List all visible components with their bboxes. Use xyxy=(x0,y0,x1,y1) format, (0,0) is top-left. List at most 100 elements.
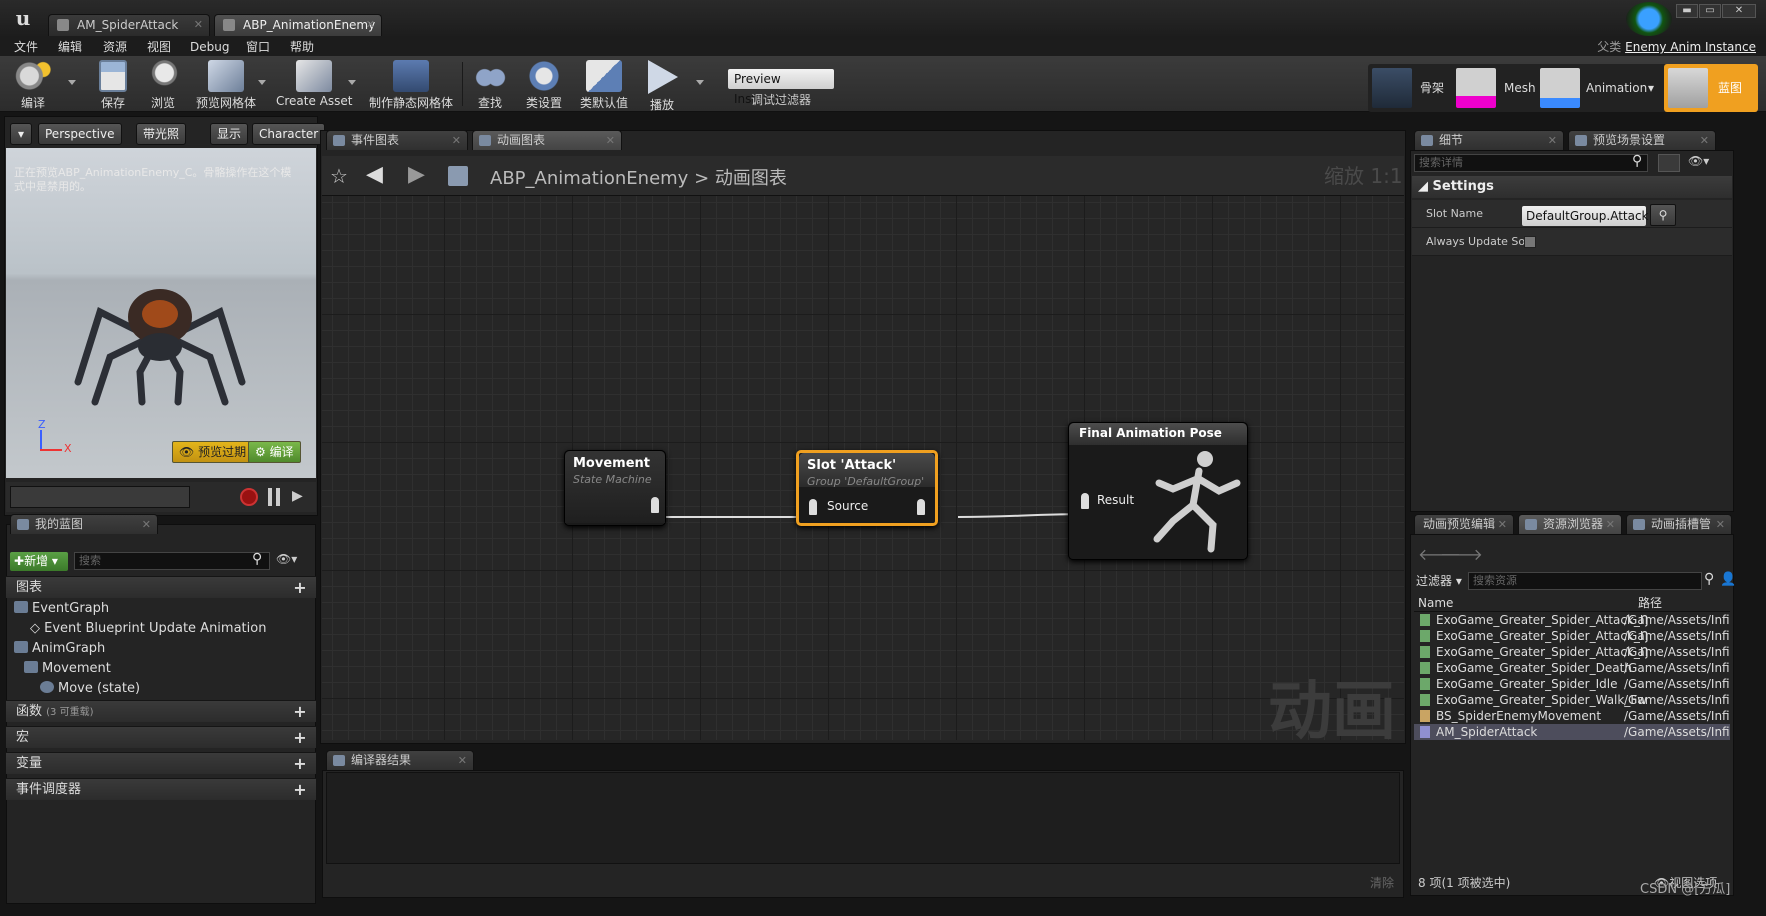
mode-blueprint[interactable]: 蓝图 xyxy=(1718,68,1742,108)
eye-icon[interactable]: 👁▾ xyxy=(1688,154,1709,168)
viewport-compile-button[interactable]: ⚙ 编译 xyxy=(248,441,301,463)
tree-eventgraph[interactable]: EventGraph xyxy=(14,600,109,618)
menu-edit[interactable]: 编辑 xyxy=(58,38,82,56)
compile-button[interactable]: 编译 xyxy=(8,56,58,112)
play-button[interactable]: 播放 xyxy=(640,56,684,112)
close-icon[interactable]: ✕ xyxy=(1606,515,1615,534)
preview-expired-button[interactable]: 👁 预览过期 xyxy=(172,441,254,463)
breadcrumb[interactable]: ABP_AnimationEnemy > 动画图表 xyxy=(490,164,787,190)
chevron-down-icon[interactable] xyxy=(348,80,356,85)
tab-anim-slot-manager[interactable]: 动画插槽管 ✕ xyxy=(1626,514,1732,534)
details-search-input[interactable]: 搜索详情 xyxy=(1414,154,1648,172)
forward-arrow-icon[interactable]: ▶ xyxy=(408,162,425,187)
clear-button[interactable]: 清除 xyxy=(1370,874,1394,891)
chevron-down-icon[interactable] xyxy=(68,80,76,85)
star-icon[interactable]: ☆ xyxy=(330,164,348,188)
step-forward-icon[interactable]: ▶ xyxy=(292,488,303,504)
skeleton-thumbnail-icon[interactable] xyxy=(1372,68,1412,108)
save-button[interactable]: 保存 xyxy=(92,56,134,112)
section-functions[interactable]: 函数 (3 可重载) + xyxy=(6,700,316,722)
asset-row[interactable]: ExoGame_Greater_Spider_Death/Game/Assets… xyxy=(1414,660,1730,676)
minimize-button[interactable]: ▬ xyxy=(1676,4,1698,18)
asset-row[interactable]: ExoGame_Greater_Spider_Attack_Ŋ/Game/Ass… xyxy=(1414,644,1730,660)
asset-row[interactable]: ExoGame_Greater_Spider_Attack_Ŋ/Game/Ass… xyxy=(1414,628,1730,644)
tree-event-update-animation[interactable]: ◇ Event Blueprint Update Animation xyxy=(30,620,266,638)
menu-file[interactable]: 文件 xyxy=(14,38,38,56)
filter-dropdown[interactable]: 过滤器 ▾ xyxy=(1416,572,1462,589)
close-icon[interactable]: ✕ xyxy=(1498,515,1507,534)
tab-anim-preview-editor[interactable]: 动画预览编辑 ✕ xyxy=(1414,514,1514,534)
result-input-pin-icon[interactable] xyxy=(1081,493,1089,509)
asset-row[interactable]: BS_SpiderEnemyMovement/Game/Assets/Infiı xyxy=(1414,708,1730,724)
column-path[interactable]: 路径 xyxy=(1638,594,1662,612)
close-icon[interactable]: ✕ xyxy=(1700,131,1709,150)
maximize-button[interactable]: ▭ xyxy=(1699,4,1721,18)
section-variables[interactable]: 变量 + xyxy=(6,752,316,774)
close-icon[interactable]: ✕ xyxy=(458,751,467,770)
create-asset-button[interactable]: Create Asset xyxy=(276,56,353,112)
viewport-options-button[interactable]: ▾ xyxy=(10,123,32,145)
property-matrix-icon[interactable] xyxy=(1658,154,1680,172)
asset-row[interactable]: ExoGame_Greater_Spider_Idle/Game/Assets/… xyxy=(1414,676,1730,692)
close-icon[interactable]: ✕ xyxy=(452,131,461,150)
find-button[interactable]: 查找 xyxy=(468,56,512,112)
user-icon[interactable]: 👤 xyxy=(1720,572,1736,587)
always-update-checkbox[interactable] xyxy=(1524,236,1536,248)
parent-class-link[interactable]: Enemy Anim Instance xyxy=(1625,40,1756,54)
chevron-down-icon[interactable] xyxy=(258,80,266,85)
class-defaults-button[interactable]: 类默认值 xyxy=(576,56,632,112)
preview-mesh-button[interactable]: 预览网格体 xyxy=(190,56,262,112)
tab-anim-graph[interactable]: 动画图表 ✕ xyxy=(472,130,622,150)
close-icon[interactable]: ✕ xyxy=(1716,515,1725,534)
tab-details[interactable]: 细节 ✕ xyxy=(1414,130,1564,150)
tab-compiler-results[interactable]: 编译器结果 ✕ xyxy=(326,750,474,770)
tab-content-browser[interactable]: 资源浏览器 ✕ xyxy=(1518,514,1622,534)
section-macros[interactable]: 宏 + xyxy=(6,726,316,748)
menu-view[interactable]: 视图 xyxy=(147,38,171,56)
animation-thumbnail-icon[interactable] xyxy=(1540,68,1580,108)
record-icon[interactable] xyxy=(240,488,258,506)
graph-canvas[interactable]: Movement State Machine Slot 'Attack' Group… xyxy=(322,196,1404,740)
chevron-down-icon[interactable] xyxy=(696,80,704,85)
close-icon[interactable]: ✕ xyxy=(194,15,203,35)
menu-window[interactable]: 窗口 xyxy=(246,38,270,56)
tree-move-state[interactable]: Move (state) xyxy=(40,680,140,698)
browse-button[interactable]: 浏览 xyxy=(142,56,184,112)
node-slot-attack[interactable]: Slot 'Attack' Group 'DefaultGroup' Source xyxy=(796,450,938,526)
column-name[interactable]: Name xyxy=(1418,594,1453,612)
pose-output-pin-icon[interactable] xyxy=(917,499,925,515)
section-graphs[interactable]: 图表 + xyxy=(6,576,316,598)
source-input-pin-icon[interactable] xyxy=(809,499,817,515)
asset-row-selected[interactable]: AM_SpiderAttack/Game/Assets/Infiı xyxy=(1414,724,1730,740)
lit-button[interactable]: 带光照 xyxy=(136,123,187,145)
menu-help[interactable]: 帮助 xyxy=(290,38,314,56)
make-static-mesh-button[interactable]: 制作静态网格体 xyxy=(366,56,456,112)
forward-arrow-icon[interactable]: 🡒 xyxy=(1440,544,1483,564)
pose-output-pin-icon[interactable] xyxy=(651,497,659,513)
tree-movement[interactable]: Movement xyxy=(24,660,111,678)
tab-am-spiderattack[interactable]: AM_SpiderAttack ✕ xyxy=(48,14,210,36)
close-icon[interactable]: ✕ xyxy=(366,15,375,35)
eye-icon[interactable]: 👁▾ xyxy=(276,552,297,566)
settings-section[interactable]: ◢ Settings xyxy=(1412,176,1732,198)
mode-mesh[interactable]: Mesh xyxy=(1504,68,1536,108)
menu-asset[interactable]: 资源 xyxy=(103,38,127,56)
notification-orb-icon[interactable] xyxy=(1626,2,1672,36)
close-window-button[interactable]: ✕ xyxy=(1722,4,1756,18)
unreal-logo-icon[interactable]: u xyxy=(10,5,36,31)
tab-event-graph[interactable]: 事件图表 ✕ xyxy=(326,130,468,150)
pause-icon[interactable] xyxy=(268,488,280,506)
tree-animgraph[interactable]: AnimGraph xyxy=(14,640,105,658)
blueprint-search-input[interactable]: 搜索 xyxy=(74,552,270,570)
show-button[interactable]: 显示 xyxy=(210,123,249,145)
tab-my-blueprint[interactable]: 我的蓝图 ✕ xyxy=(10,514,158,534)
mesh-thumbnail-icon[interactable] xyxy=(1456,68,1496,108)
slot-manager-icon[interactable]: ⚲ xyxy=(1650,204,1676,226)
breadcrumb-current[interactable]: 动画图表 xyxy=(715,168,787,189)
perspective-button[interactable]: Perspective xyxy=(38,123,122,145)
chevron-down-icon[interactable]: ▾ xyxy=(1648,68,1654,108)
class-settings-button[interactable]: 类设置 xyxy=(520,56,568,112)
preview-instance-dropdown[interactable]: Preview Instance ▾ xyxy=(728,69,834,106)
back-arrow-icon[interactable]: ◀ xyxy=(366,162,383,187)
menu-debug[interactable]: Debug xyxy=(190,38,229,56)
